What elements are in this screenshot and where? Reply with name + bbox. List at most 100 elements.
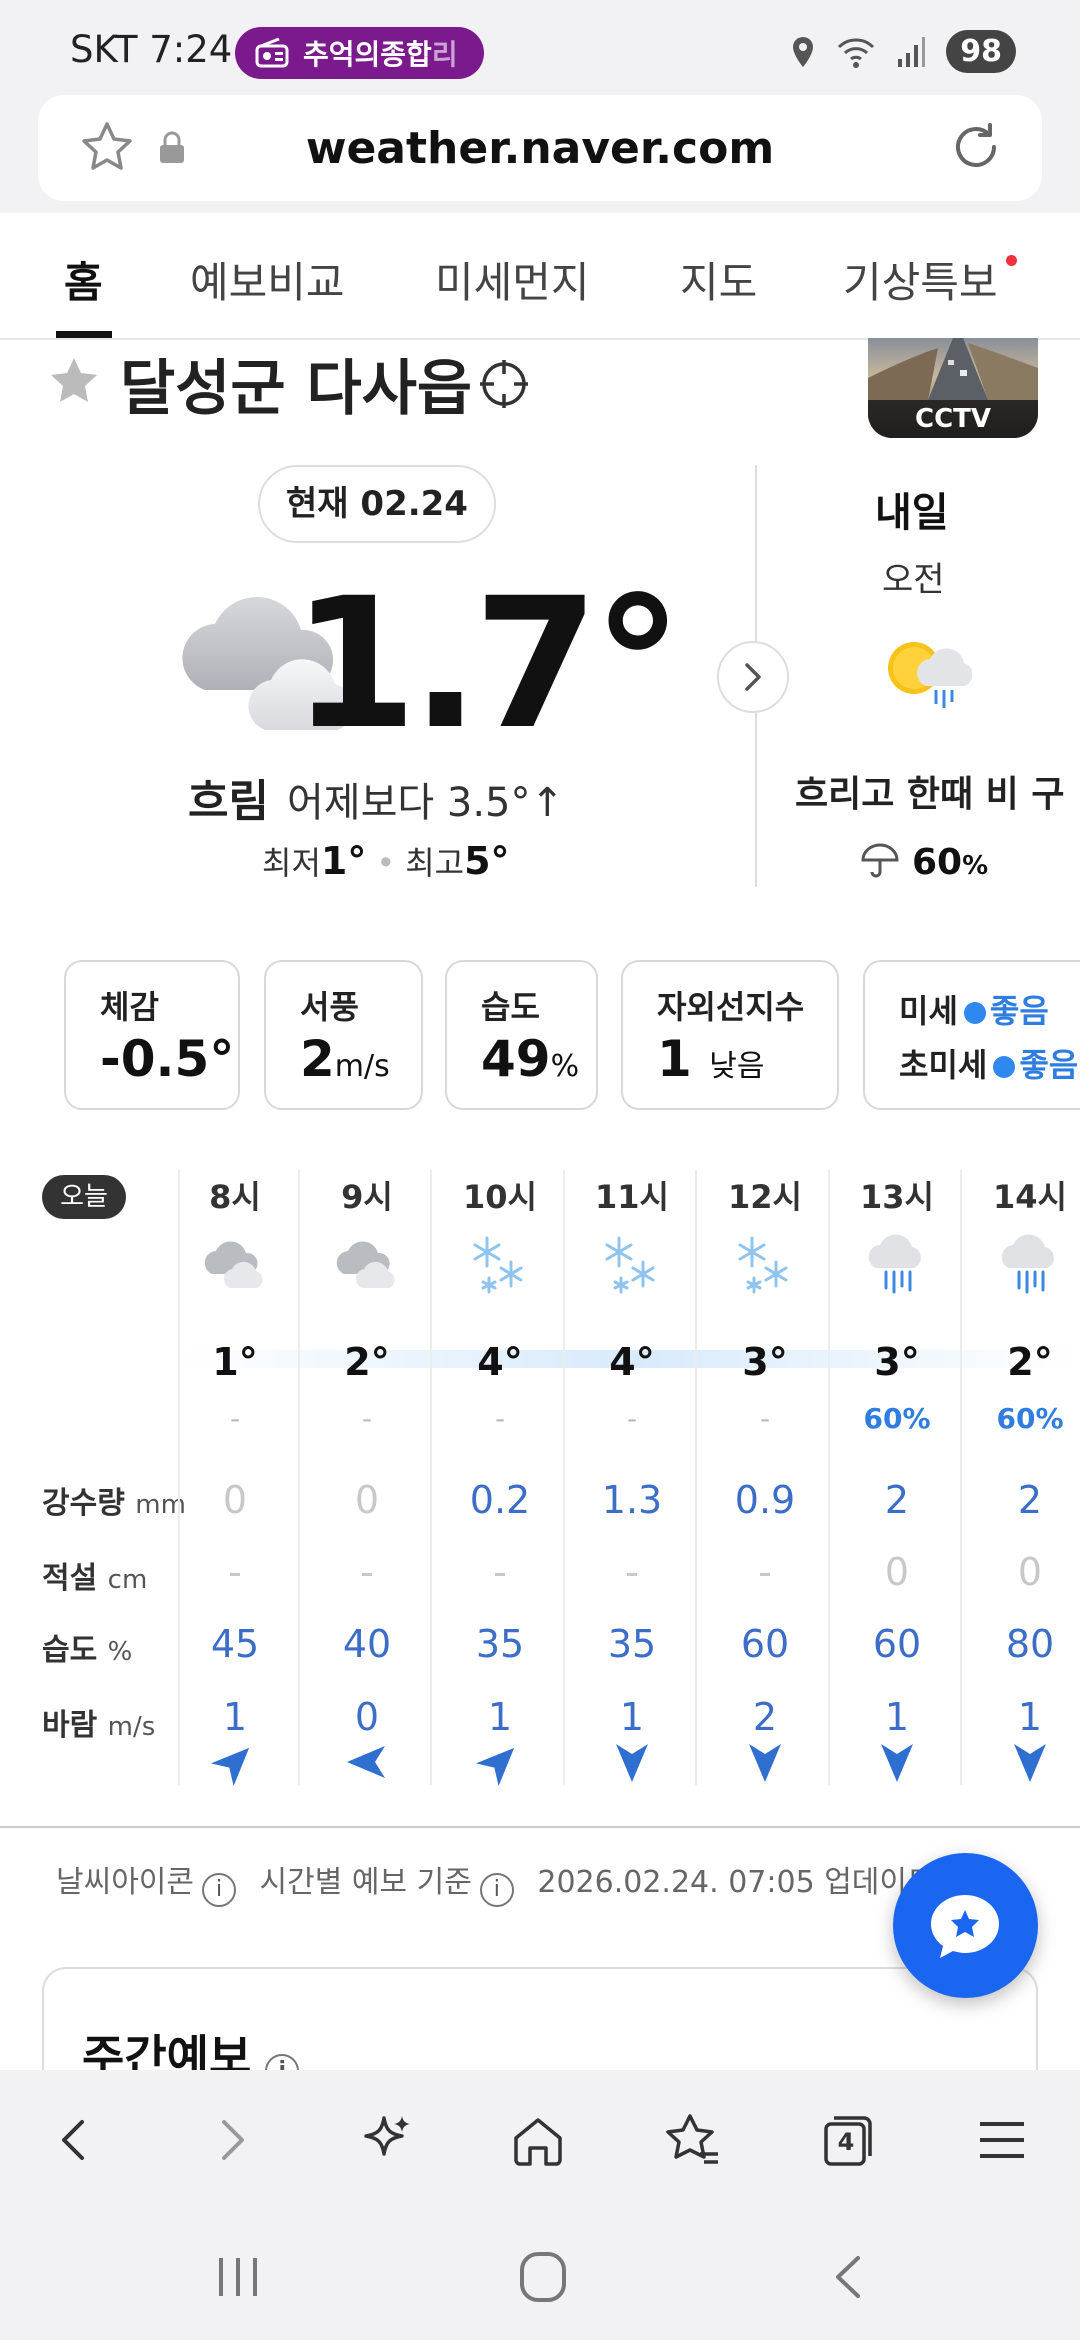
hourly-wind-speed: 2 bbox=[752, 1695, 778, 1739]
alert-dot bbox=[1006, 255, 1017, 266]
snow-icon bbox=[455, 1232, 545, 1300]
current-date-pill: 현재 02.24 bbox=[258, 465, 496, 543]
hourly-time: 12시 bbox=[728, 1178, 802, 1216]
weather-icon-info-label[interactable]: 날씨아이콘 bbox=[56, 1865, 194, 1900]
hourly-precip-amount: 1.3 bbox=[601, 1478, 663, 1522]
sun-cloud-rain-icon bbox=[888, 642, 972, 708]
pm25-label: 초미세 bbox=[899, 1046, 988, 1084]
uv-label: 자외선지수 bbox=[657, 988, 805, 1026]
carrier-label: SKT bbox=[70, 28, 138, 71]
hourly-temperature: 2° bbox=[344, 1340, 390, 1384]
humidity-value: 49 bbox=[481, 1030, 551, 1088]
url-text[interactable]: weather.naver.com bbox=[38, 123, 1042, 174]
reload-icon[interactable] bbox=[946, 117, 1006, 177]
home-icon[interactable] bbox=[508, 2110, 568, 2170]
hourly-wind-speed: 1 bbox=[884, 1695, 910, 1739]
next-panel-button[interactable] bbox=[717, 641, 789, 713]
uv-value: 1 bbox=[657, 1030, 692, 1088]
hourly-column-divider bbox=[298, 1170, 300, 1785]
forecast-info-line: 날씨아이콘 i 시간별 예보 기준 i 2026.02.24. 07:05 업데이트 bbox=[56, 1857, 935, 1907]
hourly-precip-amount: 2 bbox=[884, 1478, 910, 1522]
current-condition: 흐림 bbox=[188, 776, 269, 827]
status-carrier-time: SKT 7:24 bbox=[70, 28, 232, 71]
favorite-star-icon[interactable] bbox=[48, 355, 100, 407]
forward-icon[interactable] bbox=[202, 2110, 262, 2170]
hourly-humidity: 60 bbox=[740, 1622, 790, 1666]
cctv-label: CCTV bbox=[868, 400, 1038, 438]
hourly-humidity: 35 bbox=[475, 1622, 525, 1666]
uv-index-card[interactable]: 자외선지수 1 낮음 bbox=[621, 960, 839, 1110]
hourly-precip-amount: 2 bbox=[1017, 1478, 1043, 1522]
browser-toolbar: 4 bbox=[0, 2070, 1080, 2210]
fine-dust-card[interactable]: 미세 좋음 초미세 좋음 bbox=[863, 960, 1080, 1110]
signal-icon bbox=[898, 36, 926, 67]
humidity-unit: % bbox=[550, 1049, 580, 1084]
wind-direction-arrow-icon bbox=[190, 1740, 280, 1788]
hourly-wind-speed: 1 bbox=[1017, 1695, 1043, 1739]
location-name[interactable]: 달성군 다사읍 bbox=[120, 340, 472, 427]
media-chip[interactable]: 추억의종합리 bbox=[235, 27, 484, 79]
hourly-precip-prob: - bbox=[494, 1402, 506, 1435]
min-label: 최저 bbox=[262, 844, 321, 882]
max-value: 5° bbox=[464, 839, 510, 883]
min-value: 1° bbox=[320, 839, 367, 883]
locate-crosshair-icon[interactable] bbox=[478, 358, 530, 410]
hourly-snow-amount: 0 bbox=[884, 1550, 910, 1594]
hourly-precip-prob: - bbox=[626, 1402, 638, 1435]
bookmarks-icon[interactable] bbox=[662, 2110, 722, 2170]
hourly-snow-amount: - bbox=[625, 1550, 639, 1594]
pm25-value: 좋음 bbox=[1019, 1046, 1079, 1084]
tab-forecast-compare[interactable]: 예보비교 bbox=[190, 249, 345, 310]
tab-home[interactable]: 홈 bbox=[64, 249, 103, 310]
umbrella-icon bbox=[861, 843, 899, 878]
hourly-precip-amount: 0.9 bbox=[734, 1478, 796, 1522]
menu-icon[interactable] bbox=[972, 2110, 1032, 2170]
cctv-thumbnail[interactable]: CCTV bbox=[868, 338, 1038, 438]
snow-row-label: 적설 cm bbox=[42, 1561, 148, 1596]
battery-indicator: 98 bbox=[946, 30, 1016, 73]
ai-sparkle-icon[interactable] bbox=[356, 2110, 416, 2170]
info-icon[interactable]: i bbox=[479, 1873, 514, 1907]
tabs-button[interactable]: 4 bbox=[818, 2110, 878, 2170]
wind-direction-arrow-icon bbox=[322, 1740, 412, 1788]
hourly-precip-prob: 60% bbox=[996, 1402, 1064, 1435]
hourly-wind-speed: 0 bbox=[354, 1695, 380, 1739]
tab-fine-dust[interactable]: 미세먼지 bbox=[435, 249, 590, 310]
tomorrow-period: 오전 bbox=[882, 560, 945, 600]
tomorrow-precip-prob: 60% bbox=[860, 840, 988, 883]
hourly-snow-amount: - bbox=[493, 1550, 507, 1594]
humidity-card[interactable]: 습도 49% bbox=[445, 960, 598, 1110]
tomorrow-title: 내일 bbox=[875, 490, 949, 536]
tab-map[interactable]: 지도 bbox=[680, 249, 757, 310]
hourly-humidity: 40 bbox=[342, 1622, 392, 1666]
pm25-status-dot bbox=[993, 1056, 1016, 1078]
feels-like-card[interactable]: 체감 -0.5° bbox=[64, 960, 240, 1110]
hourly-humidity: 35 bbox=[607, 1622, 657, 1666]
hourly-column-divider bbox=[563, 1170, 565, 1785]
hourly-precip-amount: 0.2 bbox=[469, 1478, 531, 1522]
feels-like-label: 체감 bbox=[100, 988, 159, 1026]
wind-direction-arrow-icon bbox=[587, 1740, 677, 1788]
chatbot-fab-button[interactable] bbox=[893, 1853, 1038, 1998]
browser-url-area: weather.naver.com bbox=[0, 95, 1080, 213]
wind-direction-arrow-icon bbox=[985, 1740, 1075, 1788]
back-nav-icon[interactable] bbox=[828, 2252, 868, 2302]
chevron-right-icon bbox=[745, 663, 761, 691]
current-temperature: 1.7° bbox=[292, 560, 683, 769]
hourly-time: 11시 bbox=[595, 1178, 669, 1216]
road-camera-image bbox=[868, 338, 1038, 400]
humidity-label: 습도 bbox=[481, 988, 540, 1026]
wind-card[interactable]: 서풍 2m/s bbox=[264, 960, 423, 1110]
tab-weather-alerts[interactable]: 기상특보 bbox=[843, 249, 998, 310]
hourly-temperature: 1° bbox=[212, 1340, 258, 1384]
address-bar[interactable]: weather.naver.com bbox=[38, 95, 1042, 201]
forecast-basis-label[interactable]: 시간별 예보 기준 bbox=[260, 1865, 472, 1900]
home-nav-icon[interactable] bbox=[518, 2250, 568, 2304]
hourly-temperature: 2° bbox=[1007, 1340, 1053, 1384]
pm10-label: 미세 bbox=[899, 992, 958, 1030]
info-icon[interactable]: i bbox=[202, 1873, 236, 1907]
tab-active-indicator bbox=[56, 331, 112, 338]
hourly-column-divider bbox=[430, 1170, 432, 1785]
back-icon[interactable] bbox=[44, 2110, 104, 2170]
recent-apps-icon[interactable] bbox=[213, 2252, 263, 2302]
